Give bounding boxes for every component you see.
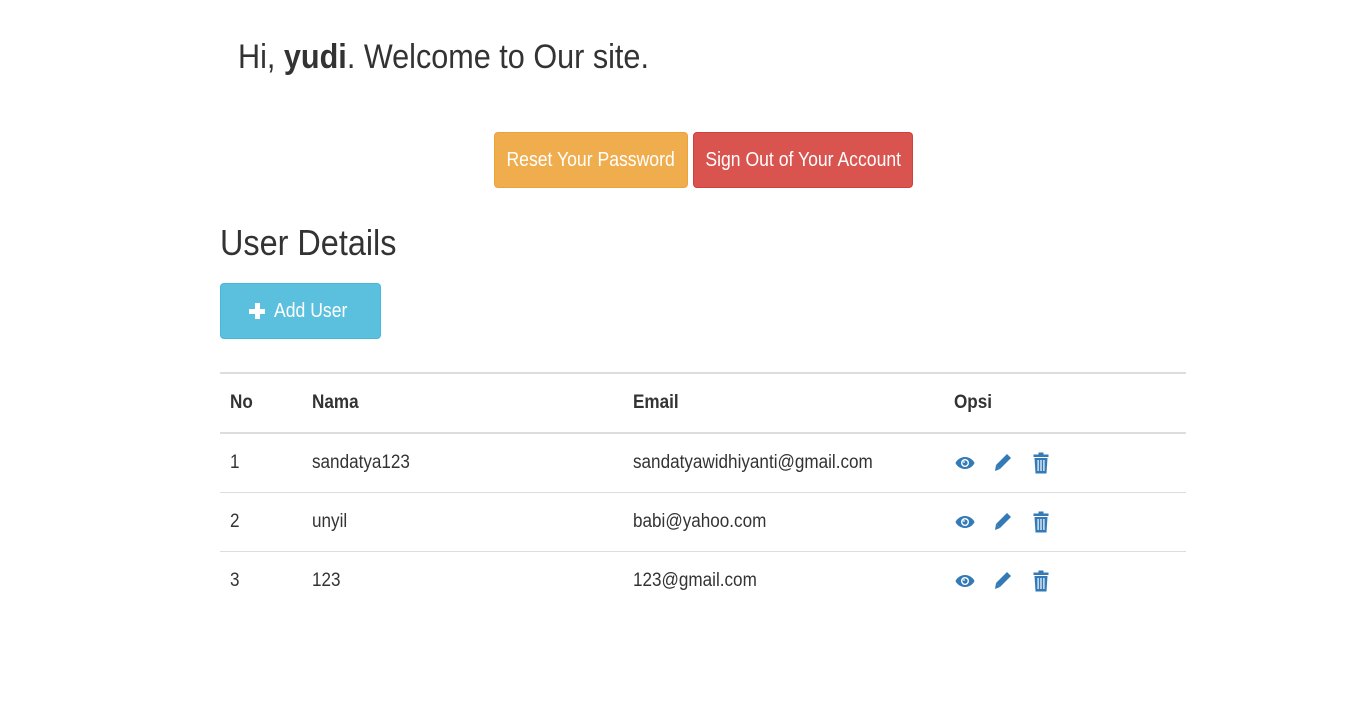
row-nama: unyil (302, 492, 623, 552)
add-user-button[interactable]: Add User (220, 283, 381, 339)
row-actions (944, 433, 1186, 493)
row-email: sandatyawidhiyanti@gmail.com (623, 433, 944, 493)
row-email: 123@gmail.com (633, 570, 757, 591)
trash-icon[interactable] (1030, 451, 1052, 475)
username: yudi (283, 38, 347, 76)
section-title: User Details (220, 222, 397, 263)
reset-password-button[interactable]: Reset Your Password (494, 132, 688, 188)
table-row: 1 sandatya123 sandatyawidhiyanti@gmail.c… (220, 433, 1186, 493)
pencil-icon[interactable] (992, 510, 1014, 534)
table-row: 3 123 123@gmail.com (220, 552, 1186, 611)
row-nama: sandatya123 (302, 433, 623, 493)
row-no: 3 (230, 570, 240, 591)
column-header-email: Email (623, 373, 944, 434)
page: Hi, yudi. Welcome to Our site. Reset You… (0, 0, 1363, 725)
trash-icon[interactable] (1030, 510, 1052, 534)
row-nama: 123 (312, 570, 341, 591)
greeting-prefix: Hi, (238, 38, 284, 76)
plus-icon (248, 303, 265, 319)
column-header-opsi: Opsi (944, 373, 1186, 434)
eye-icon[interactable] (954, 451, 976, 475)
table-row: 2 unyil babi@yahoo.com (220, 492, 1186, 552)
add-user-label: Add User (273, 299, 348, 322)
column-header-no: No (220, 373, 302, 434)
pencil-icon[interactable] (992, 451, 1014, 475)
pencil-icon[interactable] (992, 569, 1014, 593)
account-actions: Reset Your Password Sign Out of Your Acc… (0, 132, 1363, 188)
eye-icon[interactable] (954, 569, 976, 593)
reset-password-label: Reset Your Password (506, 148, 676, 171)
row-no: 1 (220, 433, 302, 493)
row-actions (944, 492, 1186, 552)
eye-icon[interactable] (954, 510, 976, 534)
column-header-nama: Nama (302, 373, 623, 434)
trash-icon[interactable] (1030, 569, 1052, 593)
greeting-suffix: . Welcome to Our site. (346, 38, 649, 76)
table-header-row: No Nama Email Opsi (220, 373, 1186, 434)
sign-out-label: Sign Out of Your Account (705, 148, 901, 171)
row-no: 2 (220, 492, 302, 552)
row-email: babi@yahoo.com (623, 492, 944, 552)
sign-out-button[interactable]: Sign Out of Your Account (693, 132, 913, 188)
welcome-heading: Hi, yudi. Welcome to Our site. (238, 38, 649, 77)
row-actions (944, 552, 1186, 611)
users-table: No Nama Email Opsi 1 sandatya123 sandaty… (220, 372, 1186, 610)
